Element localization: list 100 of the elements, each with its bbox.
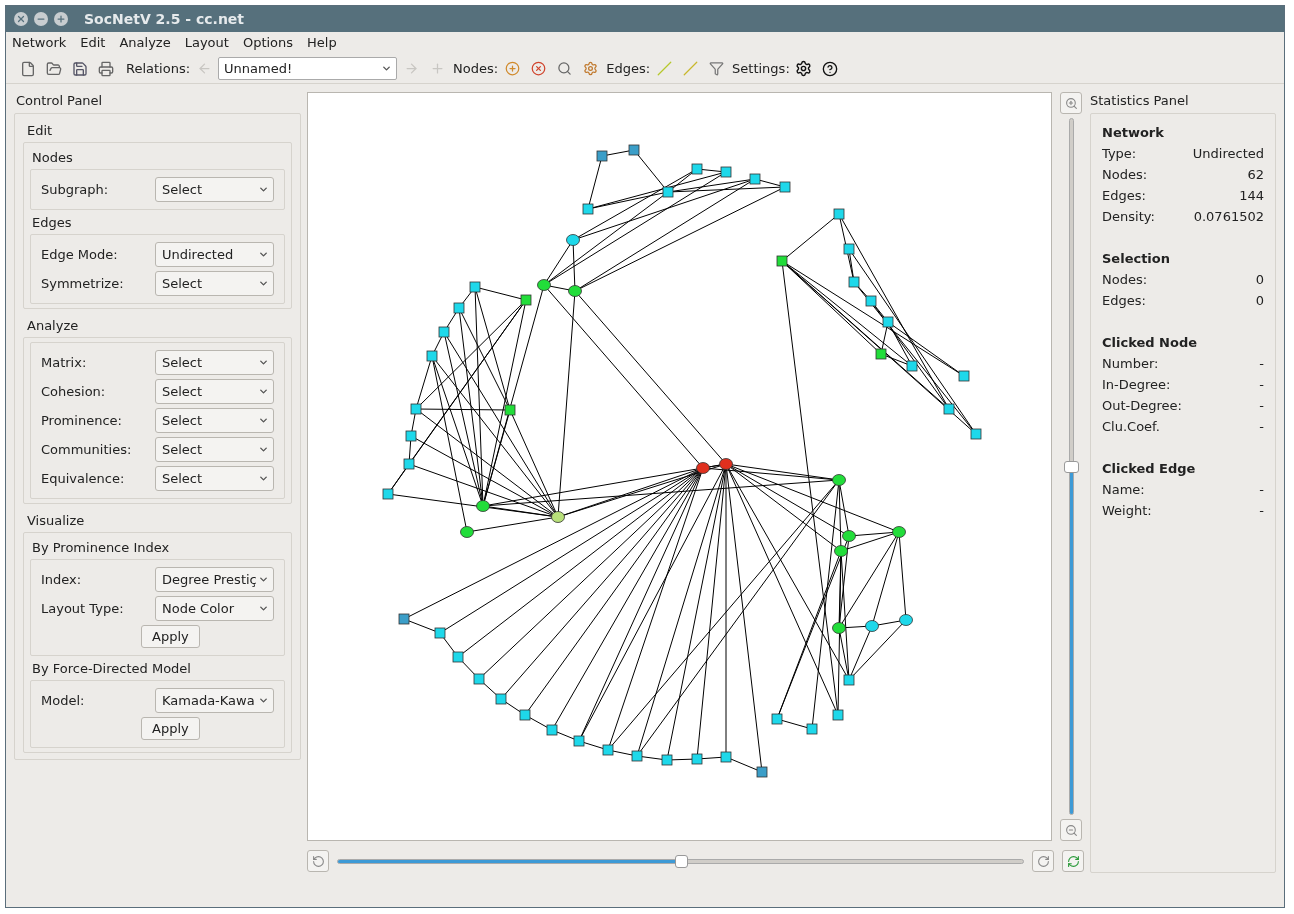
group-title: Edges <box>31 214 73 233</box>
apply-button[interactable]: Apply <box>141 717 200 740</box>
section-title: Edit <box>26 122 54 141</box>
zoom-out-icon <box>1064 823 1078 837</box>
dropdown-value: Select <box>162 382 203 401</box>
rotate-slider-thumb[interactable] <box>674 854 688 868</box>
dropdown[interactable]: Select <box>155 408 274 433</box>
settings-icon[interactable] <box>795 60 813 77</box>
menu-item[interactable]: Options <box>242 33 294 53</box>
field-label: Prominence: <box>41 411 122 430</box>
refresh-icon <box>1066 854 1080 868</box>
apply-button[interactable]: Apply <box>141 625 200 648</box>
dropdown-value: Node Color <box>162 599 234 618</box>
field-label: Model: <box>41 691 85 710</box>
field-label: Communities: <box>41 440 132 459</box>
edges-label: Edges: <box>606 59 651 78</box>
plus-icon <box>56 14 66 24</box>
stats-value: 144 <box>1239 186 1264 205</box>
stats-label: Clu.Coef. <box>1102 417 1160 436</box>
zoom-out-button[interactable] <box>1060 819 1083 841</box>
section-title: Analyze <box>26 317 80 336</box>
dropdown[interactable]: Kamada-Kawa <box>155 688 274 713</box>
caret-icon <box>258 695 269 706</box>
stats-label: Edges: <box>1102 186 1146 205</box>
zoom-in-icon <box>1064 96 1078 110</box>
stats-label: Nodes: <box>1102 165 1148 184</box>
stats-label: In-Degree: <box>1102 375 1171 394</box>
field-label: Equivalence: <box>41 469 125 488</box>
stats-label: Weight: <box>1102 501 1152 520</box>
stats-value: 62 <box>1247 165 1264 184</box>
menu-item[interactable]: Analyze <box>119 33 171 53</box>
dropdown[interactable]: Select <box>155 271 274 296</box>
dropdown[interactable]: Select <box>155 177 274 202</box>
search-icon[interactable] <box>556 61 572 76</box>
menu-item[interactable]: Layout <box>184 33 229 53</box>
panel-title: Statistics Panel <box>1090 92 1190 110</box>
rotate-left-button[interactable] <box>307 850 329 872</box>
stats-label: Edges: <box>1102 291 1146 310</box>
stats-value: - <box>1259 396 1264 415</box>
rotate-right-button[interactable] <box>1032 850 1054 872</box>
dropdown[interactable]: Select <box>155 437 274 462</box>
dropdown-value: Select <box>162 274 203 293</box>
stats-label: Density: <box>1102 207 1155 226</box>
relation-value: Unnamed! <box>224 59 293 78</box>
stats-label: Type: <box>1102 144 1137 163</box>
add-node-icon[interactable] <box>504 61 520 76</box>
group-title: By Prominence Index <box>31 539 171 558</box>
dropdown-value: Degree Prestiç <box>162 570 257 589</box>
dropdown[interactable]: Node Color <box>155 596 274 621</box>
caret-icon <box>258 386 269 397</box>
stats-label: Nodes: <box>1102 270 1148 289</box>
dropdown[interactable]: Undirected <box>155 242 274 267</box>
stats-heading: Selection <box>1102 250 1171 268</box>
maximize-button[interactable] <box>54 12 68 26</box>
reset-button[interactable] <box>1062 850 1084 872</box>
caret-icon <box>258 603 269 614</box>
dropdown[interactable]: Select <box>155 379 274 404</box>
field-label: Layout Type: <box>41 599 124 618</box>
dropdown-value: Select <box>162 353 203 372</box>
dropdown[interactable]: Select <box>155 350 274 375</box>
stats-heading: Network <box>1102 124 1165 142</box>
rotate-right-icon <box>1036 854 1050 868</box>
menu-item[interactable]: Edit <box>80 33 106 53</box>
save-icon[interactable] <box>72 60 88 77</box>
relation-dropdown[interactable]: Unnamed! <box>218 57 398 80</box>
close-button[interactable] <box>14 12 28 26</box>
dropdown-value: Undirected <box>162 245 234 264</box>
dropdown-value: Kamada-Kawa <box>162 691 255 710</box>
dropdown-value: Select <box>162 411 203 430</box>
filter-icon[interactable] <box>708 61 724 76</box>
stats-value: - <box>1259 501 1264 520</box>
print-icon[interactable] <box>98 60 114 77</box>
panel-title: Control Panel <box>15 92 104 110</box>
stats-heading: Clicked Node <box>1102 334 1199 352</box>
caret-icon <box>258 473 269 484</box>
field-label: Symmetrize: <box>41 274 124 293</box>
caret-icon <box>381 63 393 74</box>
stats-value: - <box>1259 375 1264 394</box>
dropdown[interactable]: Select <box>155 466 274 491</box>
nodes-label: Nodes: <box>453 59 499 78</box>
minimize-button[interactable] <box>34 12 48 26</box>
dropdown-value: Select <box>162 440 203 459</box>
menu-item[interactable]: Network <box>12 33 67 53</box>
stats-label: Name: <box>1102 480 1145 499</box>
new-file-icon[interactable] <box>20 60 36 77</box>
menu-item[interactable]: Help <box>307 33 337 53</box>
dropdown[interactable]: Degree Prestiç <box>155 567 274 592</box>
help-icon[interactable] <box>821 60 838 77</box>
dropdown-value: Select <box>162 469 203 488</box>
zoom-slider-thumb[interactable] <box>1063 460 1079 473</box>
remove-node-icon[interactable] <box>530 61 546 76</box>
open-folder-icon[interactable] <box>46 60 62 77</box>
caret-icon <box>258 444 269 455</box>
stats-label: Number: <box>1102 354 1159 373</box>
caret-icon <box>258 357 269 368</box>
zoom-in-button[interactable] <box>1060 92 1083 114</box>
stats-value: - <box>1259 354 1264 373</box>
stats-value: 0 <box>1255 291 1264 310</box>
dropdown-value: Select <box>162 180 203 199</box>
caret-icon <box>258 415 269 426</box>
